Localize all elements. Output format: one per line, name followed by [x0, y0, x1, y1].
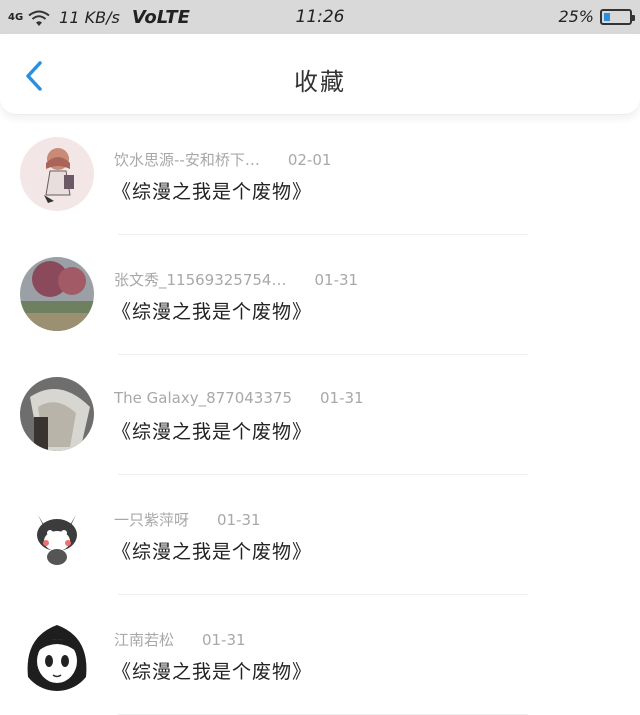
manga-girl-avatar-icon	[20, 617, 94, 691]
list-item[interactable]: The Galaxy_877043375 01-31 《综漫之我是个废物》	[0, 355, 640, 475]
user-name: 一只紫萍呀	[114, 511, 190, 529]
item-date: 01-31	[217, 511, 261, 529]
cartoon-dog-avatar-icon	[20, 497, 94, 571]
user-name: 张文秀_11569325754…	[114, 271, 287, 289]
item-date: 01-31	[314, 271, 359, 289]
list-item[interactable]: 一只紫萍呀 01-31 《综漫之我是个废物》	[0, 475, 640, 595]
item-date: 01-31	[202, 631, 246, 649]
avatar[interactable]	[20, 377, 94, 451]
landscape-avatar-icon	[20, 257, 94, 331]
avatar[interactable]	[20, 257, 94, 331]
item-meta: 张文秀_11569325754… 01-31	[114, 269, 358, 290]
book-title: 《综漫之我是个废物》	[112, 301, 313, 323]
white-hair-avatar-icon	[20, 377, 94, 451]
user-name: The Galaxy_877043375	[114, 389, 292, 407]
battery-icon	[600, 8, 635, 25]
book-title: 《综漫之我是个废物》	[112, 661, 313, 683]
battery-level	[604, 12, 610, 21]
item-date: 02-01	[287, 151, 332, 169]
user-name: 江南若松	[114, 631, 175, 649]
anime-girl-avatar-icon	[20, 137, 94, 211]
header-bar: 收藏	[0, 34, 640, 115]
item-date: 01-31	[320, 389, 364, 407]
status-bar: 4G 11 KB/s VoLTE 11:26 25%	[0, 0, 640, 34]
avatar[interactable]	[20, 617, 94, 691]
item-meta: The Galaxy_877043375 01-31	[114, 389, 364, 407]
page-title: 收藏	[294, 68, 346, 96]
avatar[interactable]	[20, 137, 94, 211]
book-title: 《综漫之我是个废物》	[112, 421, 313, 443]
book-title: 《综漫之我是个废物》	[112, 541, 313, 563]
book-title: 《综漫之我是个废物》	[112, 181, 313, 203]
item-meta: 江南若松 01-31	[114, 629, 246, 650]
list-item[interactable]: 张文秀_11569325754… 01-31 《综漫之我是个废物》	[0, 235, 640, 355]
favorites-list: 饮水思源--安和桥下… 02-01 《综漫之我是个废物》 张文秀_11569325…	[0, 115, 640, 715]
list-item[interactable]: 饮水思源--安和桥下… 02-01 《综漫之我是个废物》	[0, 115, 640, 235]
item-meta: 一只紫萍呀 01-31	[114, 509, 261, 530]
clock: 11:26	[295, 7, 345, 27]
user-name: 饮水思源--安和桥下…	[114, 151, 260, 169]
battery-percent: 25%	[558, 7, 594, 26]
avatar[interactable]	[20, 497, 94, 571]
list-item[interactable]: 江南若松 01-31 《综漫之我是个废物》	[0, 595, 640, 715]
status-right: 25%	[558, 7, 635, 26]
item-meta: 饮水思源--安和桥下… 02-01	[114, 149, 331, 170]
